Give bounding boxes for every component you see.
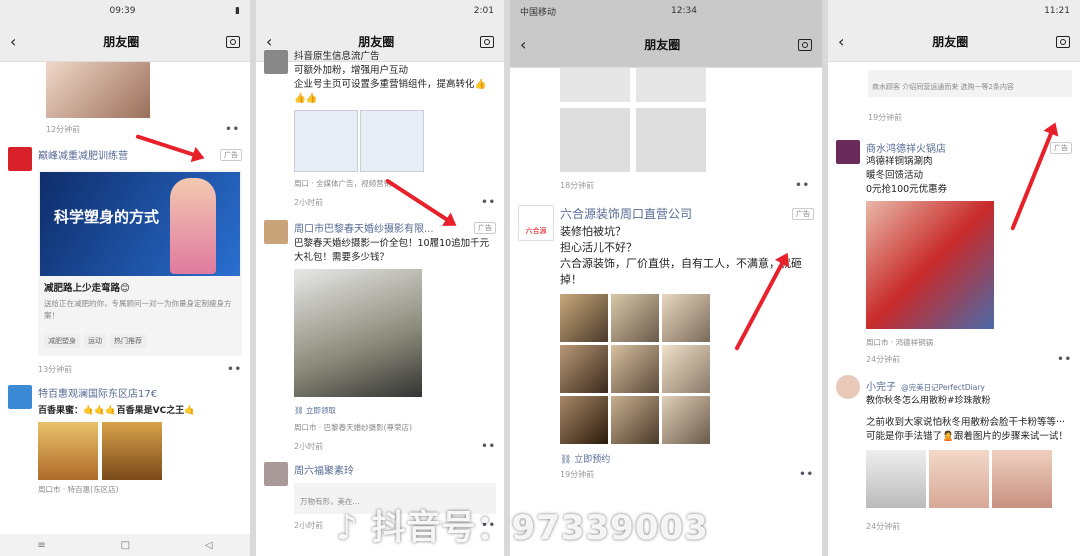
post-image[interactable] [102,422,162,480]
back-arrow-icon[interactable]: ‹ [10,32,16,51]
post-image[interactable] [636,68,706,102]
ad-badge[interactable]: 广告 [792,207,814,220]
avatar[interactable] [264,462,288,486]
ad-badge[interactable]: 广告 [474,221,496,234]
post-image[interactable] [929,450,989,508]
camera-icon[interactable] [225,35,240,48]
post-image[interactable] [46,62,150,118]
more-dots-icon[interactable]: •• [1057,354,1072,365]
status-bar: 中国移动 12:34 [510,0,822,22]
ad-post: 巅峰减重减肥训练营 广告 科学塑身的方式 减肥路上少走弯路😊 送给正在减肥的你，专… [0,147,250,375]
home-icon[interactable]: □ [121,540,130,551]
post-image[interactable] [560,345,608,393]
status-bar: 2:01 [256,0,504,22]
post-image[interactable] [360,110,424,172]
top-bar: ‹ 朋友圈 [510,22,822,68]
ad-badge[interactable]: 广告 [220,148,242,161]
model-figure [170,178,216,274]
more-dots-icon[interactable]: •• [225,124,240,135]
page-title: 朋友圈 [358,35,395,49]
back-arrow-icon[interactable]: ‹ [520,35,526,54]
company-logo[interactable]: 六合源 [518,205,554,241]
post-image[interactable] [866,450,926,508]
post-image[interactable] [560,68,630,102]
back-arrow-icon[interactable]: ‹ [266,32,272,51]
avatar[interactable] [8,147,32,171]
ad-post: 六合源 六合源装饰周口直营公司 广告 装修怕被坑？ 担心活儿不好？ 六合源装饰，厂… [510,205,822,480]
avatar[interactable] [264,220,288,244]
post-image[interactable] [611,294,659,342]
page-title: 朋友圈 [103,35,140,49]
post-image[interactable] [992,450,1052,508]
battery-icon: ▮ [235,6,240,16]
top-bar: ‹ 朋友圈 [828,22,1080,62]
back-icon[interactable]: ◁ [205,540,213,551]
status-bar: 09:39 ▮ [0,0,250,22]
menu-icon[interactable]: ≡ [37,540,45,551]
post-image[interactable] [662,345,710,393]
more-dots-icon[interactable]: •• [795,180,810,191]
avatar[interactable] [836,140,860,164]
post-image[interactable] [636,108,706,172]
post-image[interactable] [662,294,710,342]
more-dots-icon[interactable]: •• [227,364,242,375]
back-arrow-icon[interactable]: ‹ [838,32,844,51]
more-dots-icon[interactable]: •• [799,469,814,480]
image-grid [560,294,814,444]
post: 特百惠观澜国际东区店17€ 百香果蜜：🤙🤙🤙百香果是VC之王🤙 周口市 · 特百… [0,385,250,495]
ad-card[interactable]: 科学塑身的方式 减肥路上少走弯路😊 送给正在减肥的你，专属顾问一对一为你量身定制… [38,170,242,356]
link-icon: ⛓ [560,455,575,465]
link-icon: ⛓ [294,406,306,415]
camera-icon[interactable] [797,38,812,51]
phone-screen-2: 2:01 ‹ 朋友圈 抖音原生信息流广告 可额外加粉，增强用户互动 企业号主页可… [256,0,504,556]
tiktok-icon: ♪ [336,508,372,548]
avatar[interactable] [264,50,288,74]
post-image[interactable] [38,422,98,480]
system-nav-bar: ≡ □ ◁ [0,534,250,556]
camera-icon[interactable] [479,35,494,48]
camera-icon[interactable] [1055,35,1070,48]
post-image[interactable] [560,294,608,342]
image-grid [510,68,822,172]
post-image[interactable] [560,396,608,444]
post-image[interactable] [662,396,710,444]
post: 小完子 @完美日记PerfectDiary 教你秋冬怎么用散粉#珍珠散粉 之前收… [828,375,1080,533]
post-image[interactable] [611,396,659,444]
phone-screen-4: 11:21 ‹ 朋友圈 商水顾客 介绍同营运通而来 选购一等2条内容 19分钟前… [828,0,1080,556]
post-image[interactable] [294,269,422,397]
share-card[interactable]: 商水顾客 介绍同营运通而来 选购一等2条内容 [868,70,1072,97]
ad-badge[interactable]: 广告 [1050,141,1072,154]
post-image[interactable] [866,201,994,329]
more-dots-icon[interactable]: •• [481,197,496,208]
tiktok-watermark: ♪ 抖音号：97339003 [336,508,709,548]
ad-banner[interactable]: 科学塑身的方式 [40,172,240,276]
ad-post: 商水鸿德祥火锅店 广告 鸿德祥铜锅涮肉 暖冬回馈活动 0元抢100元优惠券 周口市… [828,140,1080,365]
post-image[interactable] [294,110,358,172]
post: 抖音原生信息流广告 可额外加粉，增强用户互动 企业号主页可设置多重营销组件，提高… [256,50,504,208]
page-title: 朋友圈 [932,35,969,49]
page-title: 朋友圈 [644,38,681,52]
more-dots-icon[interactable]: •• [481,441,496,452]
top-bar: ‹ 朋友圈 [0,22,250,62]
status-bar: 11:21 [828,0,1080,22]
ad-post: 周口市巴黎春天婚纱摄影有限... 广告 巴黎春天婚纱摄影一价全包！10履10追加千… [256,220,504,452]
avatar[interactable] [8,385,32,409]
cta-link[interactable]: ⛓ 立即预约 [560,452,814,465]
post-image[interactable] [560,108,630,172]
cta-link[interactable]: ⛓ 立即领取 [294,405,496,416]
phone-screen-1: 09:39 ▮ ‹ 朋友圈 12分钟前 •• 巅峰减重减肥训练营 广告 科学塑身的方式… [0,0,250,556]
post-image[interactable] [611,345,659,393]
avatar[interactable] [836,375,860,399]
